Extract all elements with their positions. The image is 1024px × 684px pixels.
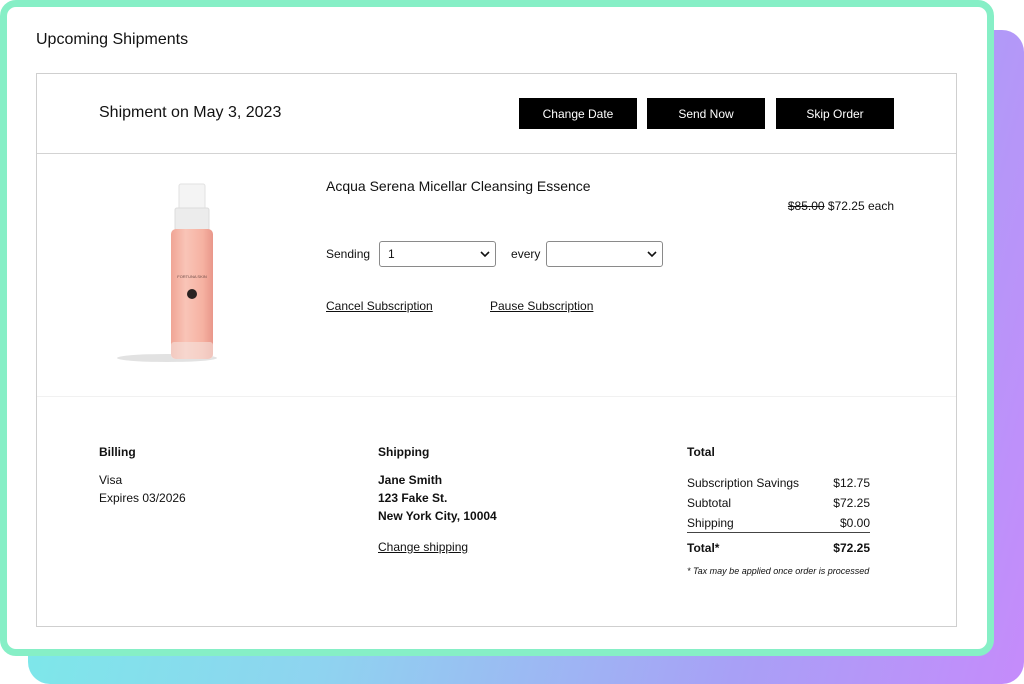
shipping-name: Jane Smith [378, 473, 443, 487]
shipments-card: Upcoming Shipments Shipment on May 3, 20… [0, 0, 994, 656]
page-title: Upcoming Shipments [36, 31, 189, 48]
chevron-down-icon [480, 250, 490, 257]
current-price: $72.25 [827, 199, 865, 213]
send-now-button[interactable]: Send Now [647, 98, 765, 129]
every-label: every [511, 247, 541, 261]
shipment-header: Shipment on May 3, 2023 Change Date Send… [37, 74, 956, 154]
frequency-row: Sending 1 every [326, 241, 664, 267]
subtotal-value: $72.25 [833, 496, 870, 510]
billing-card: Visa [99, 473, 123, 487]
total-value: $72.25 [833, 541, 870, 555]
shipping-city: New York City, 10004 [378, 509, 497, 523]
totals-row-shipping: Shipping $0.00 [687, 513, 870, 533]
shipping-street: 123 Fake St. [378, 491, 448, 505]
price-unit: each [867, 199, 894, 213]
product-name: Acqua Serena Micellar Cleansing Essence [326, 178, 591, 194]
savings-value: $12.75 [833, 476, 870, 490]
product-price: $85.00 $72.25 each [788, 199, 894, 213]
shipment-panel: Shipment on May 3, 2023 Change Date Send… [36, 73, 957, 627]
cancel-subscription-link[interactable]: Cancel Subscription [326, 299, 433, 313]
skip-order-button[interactable]: Skip Order [776, 98, 894, 129]
pause-subscription-link[interactable]: Pause Subscription [490, 299, 593, 313]
billing-title: Billing [99, 445, 136, 459]
product-image: FORTUNA SKIN [117, 183, 217, 362]
change-shipping-link[interactable]: Change shipping [378, 540, 468, 554]
quantity-value: 1 [388, 247, 395, 261]
sending-label: Sending [326, 247, 371, 261]
frequency-select[interactable] [546, 241, 664, 267]
subtotal-label: Subtotal [687, 496, 732, 510]
total-label: Total* [687, 541, 720, 555]
svg-text:FORTUNA SKIN: FORTUNA SKIN [177, 274, 207, 279]
shipping-cost-label: Shipping [687, 515, 734, 530]
total-title: Total [687, 445, 715, 459]
totals-row-subtotal: Subtotal $72.25 [687, 493, 870, 513]
product-row: FORTUNA SKIN Acqua Serena Micellar Clean… [37, 154, 956, 397]
original-price: $85.00 [787, 199, 825, 213]
change-date-button[interactable]: Change Date [519, 98, 637, 129]
shipment-date: Shipment on May 3, 2023 [99, 104, 282, 121]
totals-row-total: Total* $72.25 [687, 535, 870, 561]
totals-table: Subscription Savings $12.75 Subtotal $72… [687, 473, 870, 561]
totals-row-savings: Subscription Savings $12.75 [687, 473, 870, 493]
shipping-title: Shipping [378, 445, 430, 459]
savings-label: Subscription Savings [687, 476, 800, 490]
quantity-select[interactable]: 1 [379, 241, 497, 267]
chevron-down-icon [647, 250, 657, 257]
billing-expiry: Expires 03/2026 [99, 491, 186, 505]
tax-note: * Tax may be applied once order is proce… [687, 566, 870, 576]
order-details: Billing Visa Expires 03/2026 Shipping Ja… [37, 397, 956, 628]
shipping-cost-value: $0.00 [839, 515, 870, 530]
